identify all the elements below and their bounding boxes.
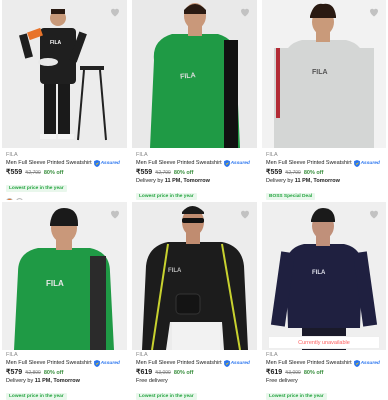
deal-badge: Lowest price in the year [136,193,197,200]
product-image[interactable]: FILA [2,202,127,350]
product-title[interactable]: Men Full Sleeve Printed Sweatshirt [266,159,352,167]
product-card[interactable]: FILA FILA Men Full Sleeve Printed Sweats… [130,200,259,400]
assured-label: Assured [360,360,380,366]
product-photo: FILA [262,0,386,148]
original-price: ₹2,899 [25,370,41,376]
product-card[interactable]: FILA FILA Men Full Sleeve Printed Sweats… [260,0,388,200]
deal-badge: Lowest price in the year [6,393,67,400]
product-info: FILA Men Full Sleeve Printed Sweatshirt … [6,352,127,400]
wishlist-heart-icon[interactable] [239,208,251,220]
original-price: ₹3,099 [155,370,171,376]
product-info: FILA Men Full Sleeve Printed Sweatshirt … [266,152,386,200]
product-photo: FILA [132,202,257,350]
discount-percent: 80% off [173,170,194,176]
deal-badge: BOSS Special Deal [266,193,316,200]
selling-price: ₹619 [266,369,283,376]
selling-price: ₹559 [6,169,23,176]
assured-shield-icon [93,359,100,367]
product-title[interactable]: Men Full Sleeve Printed Sweatshirt [266,359,352,367]
assured-label: Assured [360,160,380,166]
brand-name: FILA [136,352,148,358]
selling-price: ₹579 [6,369,23,376]
svg-text:FILA: FILA [312,270,326,276]
assured-badge: Assured [223,359,250,367]
product-image[interactable]: FILA [132,202,257,350]
product-title[interactable]: Men Full Sleeve Printed Sweatshirt [136,159,222,167]
svg-text:FILA: FILA [168,268,182,274]
assured-badge: Assured [93,159,120,167]
product-photo: FILA [2,0,127,148]
wishlist-heart-icon[interactable] [109,6,121,18]
product-photo: FILA [262,202,386,350]
wishlist-heart-icon[interactable] [239,6,251,18]
product-title[interactable]: Men Full Sleeve Printed Sweatshirt [6,359,92,367]
product-photo: FILA [2,202,127,350]
discount-percent: 80% off [173,370,194,376]
assured-shield-icon [93,159,100,167]
product-card[interactable]: FILA FILA Men Full Sleeve Printed Sweats… [0,0,129,200]
product-grid: FILA FILA Men Full Sleeve Printed Sweats… [0,0,388,400]
deal-badge: Lowest price in the year [6,185,67,192]
product-card[interactable]: FILA Currently unavailable FILA Men Full… [260,200,388,400]
product-title[interactable]: Men Full Sleeve Printed Sweatshirt [6,159,92,167]
svg-text:FILA: FILA [312,69,328,76]
assured-label: Assured [100,360,120,366]
product-title[interactable]: Men Full Sleeve Printed Sweatshirt [136,359,222,367]
assured-shield-icon [223,359,230,367]
selling-price: ₹619 [136,369,153,376]
availability-status: Currently unavailable [268,336,380,349]
product-info: FILA Men Full Sleeve Printed Sweatshirt … [266,352,386,400]
deal-badge: Lowest price in the year [266,393,327,400]
brand-name: FILA [6,352,18,358]
assured-label: Assured [230,160,250,166]
original-price: ₹2,799 [155,170,171,176]
brand-name: FILA [266,352,278,358]
assured-badge: Assured [223,159,250,167]
product-image[interactable]: FILA [132,0,257,148]
original-price: ₹3,099 [285,370,301,376]
product-card[interactable]: FILA FILA Men Full Sleeve Printed Sweats… [130,0,259,200]
assured-badge: Assured [93,359,120,367]
discount-percent: 80% off [303,370,324,376]
wishlist-heart-icon[interactable] [368,6,380,18]
product-info: FILA Men Full Sleeve Printed Sweatshirt … [136,152,257,200]
product-card[interactable]: FILA FILA Men Full Sleeve Printed Sweats… [0,200,129,400]
selling-price: ₹559 [136,169,153,176]
wishlist-heart-icon[interactable] [368,208,380,220]
product-info: FILA Men Full Sleeve Printed Sweatshirt … [136,352,257,400]
assured-shield-icon [353,359,360,367]
assured-badge: Assured [353,359,380,367]
original-price: ₹2,799 [285,170,301,176]
svg-text:FILA: FILA [50,40,61,46]
product-photo: FILA [132,0,257,148]
discount-percent: 80% off [303,170,324,176]
product-image[interactable]: FILA [2,0,127,148]
selling-price: ₹559 [266,169,283,176]
assured-badge: Assured [353,159,380,167]
assured-label: Assured [230,360,250,366]
svg-text:FILA: FILA [46,279,64,288]
assured-label: Assured [100,160,120,166]
brand-name: FILA [6,152,18,158]
wishlist-heart-icon[interactable] [109,208,121,220]
discount-percent: 80% off [43,370,64,376]
deal-badge: Lowest price in the year [136,393,197,400]
assured-shield-icon [353,159,360,167]
product-image[interactable]: FILA [262,0,386,148]
product-info: FILA Men Full Sleeve Printed Sweatshirt … [6,152,127,200]
brand-name: FILA [266,152,278,158]
product-image[interactable]: FILA [262,202,386,350]
brand-name: FILA [136,152,148,158]
assured-shield-icon [223,159,230,167]
